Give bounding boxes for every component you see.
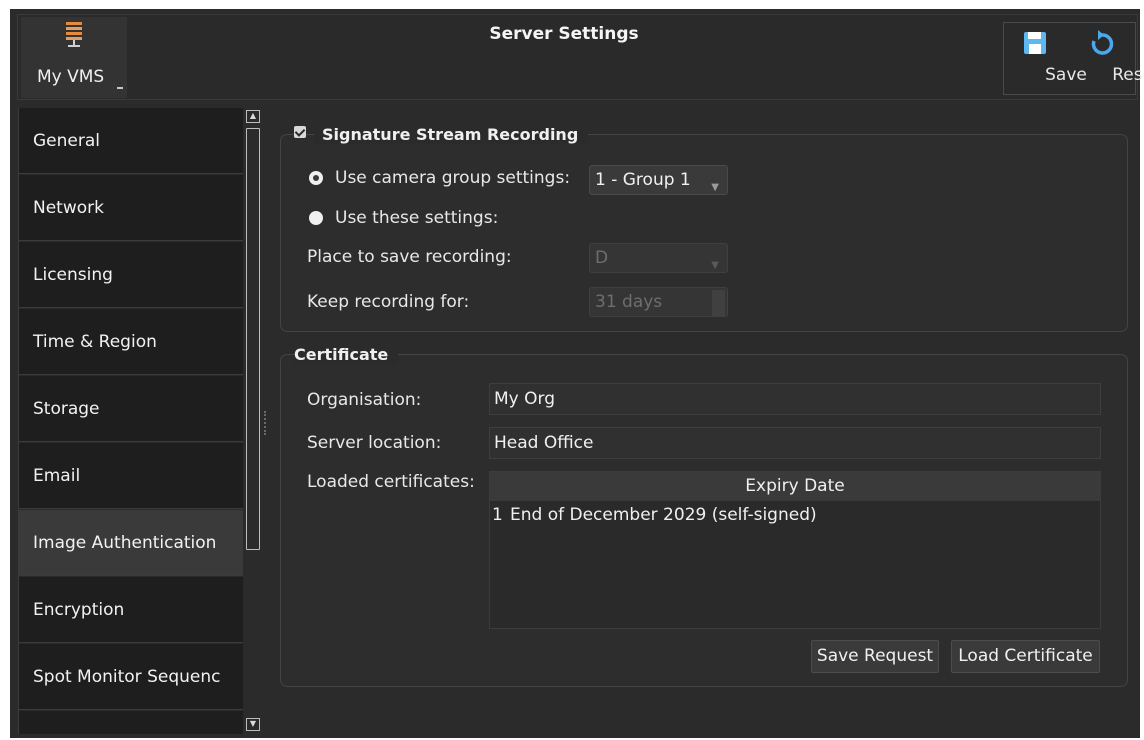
chevron-down-icon: ▼ — [711, 182, 719, 193]
sidebar-item-time-region[interactable]: Time & Region — [19, 309, 243, 375]
sidebar-item-label: Storage — [33, 398, 100, 419]
sidebar-item-email[interactable]: Email — [19, 443, 243, 509]
toolbar: Save Reset — [1003, 22, 1144, 95]
sidebar-item-storage[interactable]: Storage — [19, 376, 243, 442]
sidebar-item-image-authentication[interactable]: Image Authentication — [19, 510, 243, 576]
use-these-radio[interactable] — [309, 211, 323, 225]
dropdown-arrow-icon — [117, 87, 123, 90]
organisation-field[interactable]: My Org — [489, 383, 1101, 415]
sidebar-item-label: Image Authentication — [33, 532, 217, 553]
reset-label: Reset — [1112, 65, 1144, 85]
expiry-date-header[interactable]: Expiry Date — [490, 472, 1100, 501]
row-expiry: End of December 2029 (self-signed) — [510, 505, 817, 525]
sidebar-item-label: General — [33, 130, 100, 151]
sidebar-item-more[interactable] — [19, 711, 243, 734]
sidebar-item-general[interactable]: General — [19, 108, 243, 174]
splitter-handle[interactable] — [264, 411, 267, 435]
page-title: Server Settings — [489, 24, 639, 44]
keep-spinbox[interactable]: 31 days — [589, 287, 728, 317]
sidebar-scrollbar[interactable]: ▲ ▼ — [244, 108, 262, 734]
sidebar-item-licensing[interactable]: Licensing — [19, 242, 243, 308]
reset-icon — [1091, 30, 1114, 55]
use-group-radio[interactable] — [309, 171, 323, 185]
server-location-label: Server location: — [307, 433, 442, 453]
group-select[interactable]: 1 - Group 1 ▼ — [589, 165, 728, 195]
scroll-down-icon[interactable]: ▼ — [246, 718, 260, 731]
chevron-down-icon: ▼ — [711, 260, 719, 271]
vms-name: My VMS — [37, 67, 105, 87]
sidebar-item-label: Spot Monitor Sequenc — [33, 666, 221, 687]
signature-checkbox[interactable] — [294, 126, 306, 138]
loaded-certificates-label: Loaded certificates: — [307, 472, 475, 492]
reset-button[interactable]: Reset — [1066, 23, 1144, 94]
sidebar-item-label: Network — [33, 197, 104, 218]
row-index: 1 — [492, 505, 503, 525]
certificate-title: Certificate — [294, 345, 399, 364]
sidebar-item-label: Licensing — [33, 264, 113, 285]
save-request-button[interactable]: Save Request — [811, 640, 939, 673]
use-these-label: Use these settings: — [335, 208, 499, 228]
table-row[interactable]: 1 End of December 2029 (self-signed) — [492, 505, 817, 525]
place-label: Place to save recording: — [307, 247, 512, 267]
sidebar-item-label: Encryption — [33, 599, 125, 620]
settings-sidebar: General Network Licensing Time & Region … — [18, 108, 244, 734]
server-location-field[interactable]: Head Office — [489, 427, 1101, 459]
sidebar-item-label: Email — [33, 465, 81, 486]
server-location-value: Head Office — [494, 433, 594, 453]
place-select-value: D — [595, 248, 609, 268]
signature-title: Signature Stream Recording — [314, 125, 589, 144]
keep-spinbox-value: 31 days — [595, 292, 663, 312]
scroll-thumb[interactable] — [246, 128, 260, 550]
save-button[interactable]: Save — [1004, 23, 1087, 94]
organisation-value: My Org — [494, 389, 555, 409]
certificates-table[interactable]: Expiry Date 1 End of December 2029 (self-… — [489, 471, 1101, 629]
use-group-label: Use camera group settings: — [335, 168, 571, 188]
group-select-value: 1 - Group 1 — [595, 170, 691, 190]
sidebar-item-network[interactable]: Network — [19, 175, 243, 241]
load-certificate-button[interactable]: Load Certificate — [951, 640, 1100, 673]
sidebar-item-label: Time & Region — [33, 331, 157, 352]
organisation-label: Organisation: — [307, 390, 422, 410]
scroll-up-icon[interactable]: ▲ — [246, 110, 260, 123]
keep-label: Keep recording for: — [307, 292, 470, 312]
place-select[interactable]: D ▼ — [589, 243, 728, 273]
sidebar-item-encryption[interactable]: Encryption — [19, 577, 243, 643]
sidebar-item-spot-monitor[interactable]: Spot Monitor Sequenc — [19, 644, 243, 710]
spin-arrows-icon[interactable] — [712, 290, 725, 316]
save-icon — [1024, 32, 1046, 54]
